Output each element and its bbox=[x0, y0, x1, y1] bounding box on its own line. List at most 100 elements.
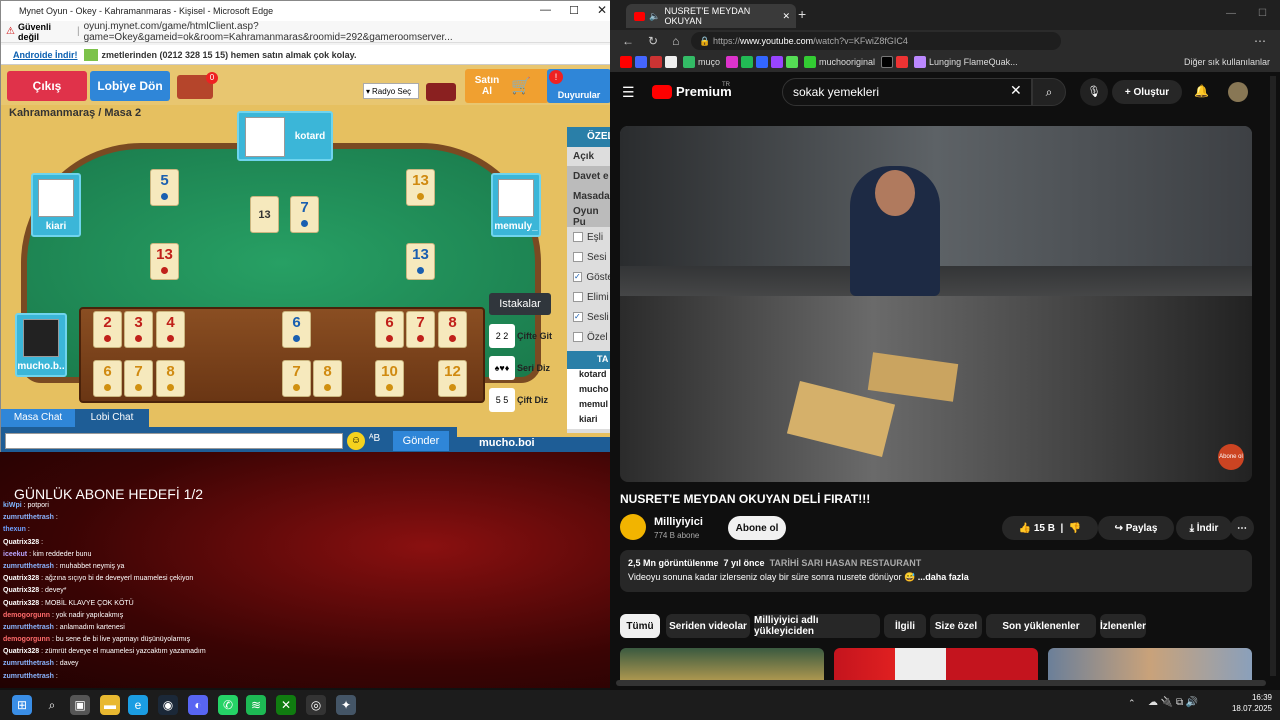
search-icon[interactable]: ⌕ bbox=[1032, 78, 1066, 106]
option-checkbox[interactable]: ✓ Göste bbox=[567, 267, 613, 287]
url-text[interactable]: oyunj.mynet.com/game/htmlClient.asp?game… bbox=[84, 21, 613, 43]
search-icon[interactable]: ⌕ bbox=[42, 695, 62, 715]
lobby-button[interactable]: Lobiye Dön bbox=[90, 71, 170, 101]
sort-series-button[interactable]: ♠♥♦ Seri Diz bbox=[489, 353, 553, 383]
ad-badge[interactable]: Androide İndir! bbox=[13, 50, 78, 60]
discard-tile[interactable]: 5 bbox=[150, 169, 179, 206]
discard-tile[interactable]: 13 bbox=[406, 169, 435, 206]
hamburger-icon[interactable]: ☰ bbox=[622, 84, 635, 101]
option-checkbox[interactable]: Eşli bbox=[567, 227, 613, 247]
istakalar-button[interactable]: Istakalar bbox=[489, 293, 551, 315]
sort-pairs-button[interactable]: 5 5 Çift Diz bbox=[489, 385, 553, 415]
profile-avatar[interactable] bbox=[1228, 82, 1248, 102]
spotify-icon[interactable]: ≋ bbox=[246, 695, 266, 715]
more-options-icon[interactable]: ⋯ bbox=[1230, 516, 1254, 540]
task-view-icon[interactable]: ▣ bbox=[70, 695, 90, 715]
menu-icon[interactable]: ⋯ bbox=[1254, 34, 1266, 48]
filter-chip[interactable]: Milliyiyici adlı yükleyiciden bbox=[754, 614, 880, 638]
vertical-scrollbar[interactable] bbox=[1270, 76, 1276, 676]
rack-tile[interactable]: 12 bbox=[438, 360, 467, 397]
radio-icon[interactable] bbox=[426, 83, 456, 101]
panel-item[interactable]: Oyun Pu bbox=[567, 206, 613, 228]
player-left[interactable]: kiari bbox=[31, 173, 81, 237]
rack-tile[interactable]: 7 bbox=[124, 360, 153, 397]
bookmark-muchooriginal[interactable]: muchooriginal bbox=[804, 56, 875, 68]
related-video-thumbnail[interactable] bbox=[620, 648, 824, 682]
rack-tile[interactable]: 8 bbox=[438, 311, 467, 348]
edge-icon[interactable]: e bbox=[128, 695, 148, 715]
place-tag[interactable]: TARİHİ SARI HASAN RESTAURANT bbox=[770, 558, 922, 568]
discard-tile[interactable]: 13 bbox=[150, 243, 179, 280]
table-player[interactable]: memul bbox=[567, 399, 613, 414]
buy-button[interactable]: Satın Al 🛒 bbox=[465, 69, 549, 103]
rack-tile[interactable]: 8 bbox=[156, 360, 185, 397]
search-input[interactable]: sokak yemekleri bbox=[782, 78, 1032, 106]
filter-chip[interactable]: İlgili bbox=[884, 614, 926, 638]
tray-icons[interactable]: ☁ 🔌 ⧉ 🔊 bbox=[1148, 697, 1198, 708]
close-tab-icon[interactable]: ✕ bbox=[782, 11, 790, 22]
obs-icon[interactable]: ◎ bbox=[306, 695, 326, 715]
show-more-link[interactable]: ...daha fazla bbox=[918, 572, 969, 582]
option-checkbox[interactable]: ✓ Sesli bbox=[567, 307, 613, 327]
new-tab-icon[interactable]: + bbox=[798, 6, 806, 22]
share-button[interactable]: ↪ Paylaş bbox=[1098, 516, 1174, 540]
panel-item[interactable]: Masada bbox=[567, 187, 613, 207]
tray-expand-icon[interactable]: ⌃ bbox=[1128, 698, 1136, 709]
dislike-icon[interactable]: 👎 bbox=[1069, 523, 1081, 534]
rack-tile[interactable]: 7 bbox=[406, 311, 435, 348]
rack-tile[interactable]: 8 bbox=[313, 360, 342, 397]
filter-chip[interactable]: Size özel bbox=[930, 614, 982, 638]
file-explorer-icon[interactable]: ▬ bbox=[100, 695, 120, 715]
ad-banner[interactable]: Androide İndir! zmetlerinden (0212 328 1… bbox=[1, 45, 613, 65]
emoji-icon[interactable]: ☺ bbox=[347, 432, 365, 450]
address-bar[interactable]: ⚠ Güvenli değil | oyunj.mynet.com/game/h… bbox=[1, 21, 613, 43]
tab-table-chat[interactable]: Masa Chat bbox=[1, 409, 75, 427]
app-icon[interactable]: ✦ bbox=[336, 695, 356, 715]
send-button[interactable]: Gönder bbox=[393, 431, 449, 451]
home-icon[interactable]: ⌂ bbox=[672, 34, 679, 48]
discord-icon[interactable]: ◐ bbox=[188, 695, 208, 715]
create-button[interactable]: + Oluştur bbox=[1112, 80, 1182, 104]
rack-tile[interactable]: 3 bbox=[124, 311, 153, 348]
rack-tile[interactable]: 6 bbox=[93, 360, 122, 397]
clock[interactable]: 16:39 18.07.2025 bbox=[1220, 692, 1272, 714]
discard-tile[interactable]: 13 bbox=[406, 243, 435, 280]
channel-name[interactable]: Milliyiyici bbox=[654, 516, 703, 528]
minimize-icon[interactable]: — bbox=[1226, 8, 1236, 19]
speaker-icon[interactable]: 🔈 bbox=[649, 11, 660, 22]
chat-input[interactable] bbox=[5, 433, 343, 449]
filter-chip[interactable]: Son yüklenenler bbox=[986, 614, 1096, 638]
url-bar[interactable]: 🔒 https://www.youtube.com/watch?v=KFwiZ8… bbox=[691, 32, 1062, 50]
player-self[interactable]: mucho.b.. bbox=[15, 313, 67, 377]
panel-item[interactable]: Davet e bbox=[567, 167, 613, 187]
table-player[interactable]: mucho bbox=[567, 384, 613, 399]
subscribe-button[interactable]: Abone ol bbox=[728, 516, 786, 540]
refresh-icon[interactable]: ↻ bbox=[648, 34, 658, 48]
windows-start-icon[interactable]: ⊞ bbox=[12, 695, 32, 715]
rack-tile[interactable]: 2 bbox=[93, 311, 122, 348]
option-checkbox[interactable]: Özel bbox=[567, 327, 613, 347]
bookmark-lunging[interactable]: Lunging FlameQuak... bbox=[914, 56, 1018, 68]
microphone-icon[interactable]: 🎙 bbox=[1080, 78, 1108, 106]
maximize-icon[interactable]: ☐ bbox=[1258, 8, 1267, 19]
notification-bell-icon[interactable]: 🔔 bbox=[1194, 84, 1209, 98]
description-box[interactable]: 2,5 Mn görüntülenme 7 yıl önce TARİHİ SA… bbox=[620, 550, 1252, 592]
player-right[interactable]: memuly_ bbox=[491, 173, 541, 237]
other-bookmarks[interactable]: Diğer sık kullanılanlar bbox=[1184, 57, 1270, 67]
channel-avatar[interactable] bbox=[620, 514, 646, 540]
filter-chip[interactable]: Seriden videolar bbox=[666, 614, 750, 638]
rack-tile[interactable]: 10 bbox=[375, 360, 404, 397]
xbox-icon[interactable]: ✕ bbox=[276, 695, 296, 715]
download-button[interactable]: ⤓ İndir bbox=[1176, 516, 1232, 540]
rack-tile[interactable]: 6 bbox=[375, 311, 404, 348]
radio-select[interactable]: ▾ Radyo Seç bbox=[363, 83, 419, 99]
minimize-icon[interactable]: — bbox=[540, 4, 551, 16]
filter-chip[interactable]: Tümü bbox=[620, 614, 660, 638]
active-tab[interactable]: 🔈 NUSRET'E MEYDAN OKUYAN ✕ bbox=[626, 4, 796, 28]
rack-tile[interactable]: 6 bbox=[282, 311, 311, 348]
option-checkbox[interactable]: Sesi bbox=[567, 247, 613, 267]
panel-item[interactable]: Açık bbox=[567, 147, 613, 167]
like-icon[interactable]: 👍 bbox=[1019, 523, 1031, 534]
filter-chip[interactable]: İzlenenler bbox=[1100, 614, 1146, 638]
related-video-thumbnail[interactable] bbox=[1048, 648, 1252, 682]
